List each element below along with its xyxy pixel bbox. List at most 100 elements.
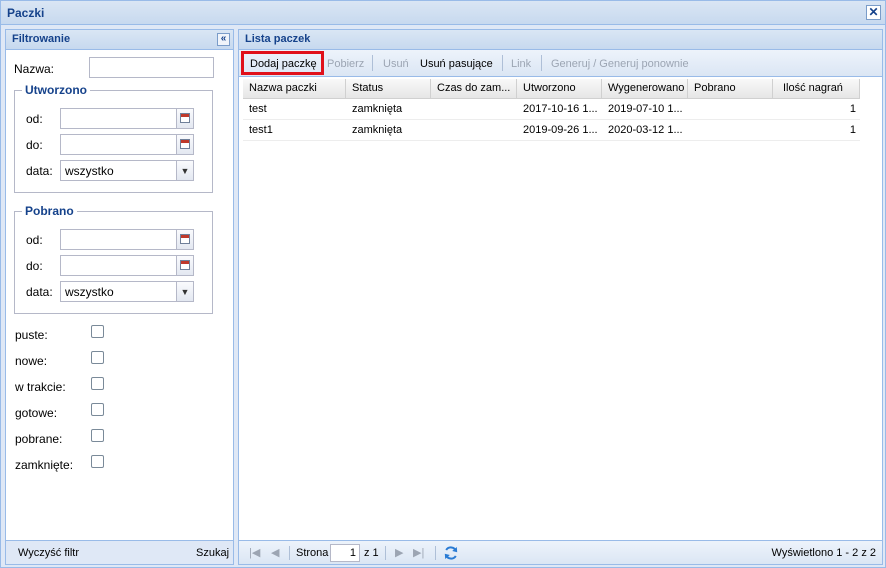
toolbar-separator (541, 55, 542, 71)
cell-time-to-close (431, 120, 517, 141)
cell-created: 2017-10-16 1... (523, 103, 598, 115)
downloaded-fieldset: Pobrano od: do: data: wszystko ▼ (14, 204, 213, 314)
created-from-input[interactable] (60, 108, 177, 129)
column-header-time-to-close[interactable]: Czas do zam... (431, 79, 517, 99)
calendar-icon[interactable] (177, 108, 194, 129)
link-button[interactable]: Link (511, 54, 531, 74)
in-progress-checkbox[interactable] (91, 377, 104, 390)
cell-downloaded (688, 99, 773, 120)
grid-header: Nazwa paczki Status Czas do zam... Utwor… (243, 79, 860, 99)
calendar-icon[interactable] (177, 134, 194, 155)
empty-label: puste: (15, 328, 48, 342)
calendar-icon[interactable] (177, 255, 194, 276)
toolbar-separator (372, 55, 373, 71)
cell-created: 2019-09-26 1... (523, 124, 598, 136)
window-title-bar: Paczki ✕ (1, 1, 885, 25)
cell-status: zamknięta (352, 124, 403, 136)
window-title: Paczki (7, 6, 45, 20)
cell-generated: 2019-07-10 1... (608, 103, 683, 115)
last-page-icon[interactable]: ▶| (413, 546, 424, 559)
next-page-icon[interactable]: ▶ (395, 546, 403, 559)
column-header-recordings[interactable]: Ilość nagrań (773, 79, 860, 99)
cell-recordings: 1 (849, 103, 856, 115)
closed-checkbox[interactable] (91, 455, 104, 468)
name-label: Nazwa: (14, 62, 55, 76)
table-row[interactable]: test zamknięta 2017-10-16 1... 2019-07-1… (243, 99, 860, 120)
column-header-downloaded[interactable]: Pobrano (688, 79, 773, 99)
downloaded-status-checkbox[interactable] (91, 429, 104, 442)
filter-panel-header: Filtrowanie « (6, 30, 233, 50)
created-date-select[interactable]: wszystko ▼ (60, 160, 194, 181)
created-date-label: data: (26, 164, 53, 178)
add-package-button[interactable]: Dodaj paczkę (250, 54, 317, 74)
downloaded-date-value[interactable]: wszystko (60, 281, 177, 302)
page-number-input[interactable] (330, 544, 360, 562)
dropdown-arrow-icon[interactable]: ▼ (177, 160, 194, 181)
table-row[interactable]: test1 zamknięta 2019-09-26 1... 2020-03-… (243, 120, 860, 141)
cell-recordings: 1 (849, 124, 856, 136)
package-toolbar: Dodaj paczkę Pobierz Usuń Usuń pasujące … (239, 50, 882, 77)
new-label: nowe: (15, 354, 48, 368)
filter-panel-footer: Wyczyść filtr Szukaj (6, 540, 233, 564)
column-header-generated[interactable]: Wygenerowano (602, 79, 688, 99)
page-label: Strona (296, 547, 329, 559)
downloaded-from-label: od: (26, 233, 43, 247)
downloaded-from-input[interactable] (60, 229, 177, 250)
pager-separator (435, 546, 436, 560)
first-page-icon[interactable]: |◀ (249, 546, 260, 559)
cell-downloaded (688, 120, 773, 141)
created-from-datefield (60, 108, 194, 129)
cell-generated: 2020-03-12 1... (608, 124, 683, 136)
downloaded-date-select[interactable]: wszystko ▼ (60, 281, 194, 302)
created-fieldset: Utworzono od: do: data: wszystko ▼ (14, 83, 213, 193)
downloaded-to-input[interactable] (60, 255, 177, 276)
column-header-name[interactable]: Nazwa paczki (243, 79, 346, 99)
page-count-label: z 1 (364, 547, 379, 559)
fetch-button[interactable]: Pobierz (327, 54, 364, 74)
delete-button[interactable]: Usuń (383, 54, 409, 74)
name-input[interactable] (89, 57, 214, 78)
created-from-label: od: (26, 112, 43, 126)
filter-panel-title: Filtrowanie (12, 33, 71, 45)
search-button[interactable]: Szukaj (196, 547, 229, 559)
package-list-header: Lista paczek (239, 30, 882, 50)
cell-name: test1 (249, 124, 273, 136)
generate-button[interactable]: Generuj / Generuj ponownie (551, 54, 689, 74)
paczki-window: Paczki ✕ Filtrowanie « Nazwa: Utworzono … (0, 0, 886, 568)
column-header-created[interactable]: Utworzono (517, 79, 602, 99)
created-to-label: do: (26, 138, 43, 152)
downloaded-status-label: pobrane: (15, 432, 63, 446)
ready-label: gotowe: (15, 406, 58, 420)
package-list-panel: Lista paczek Dodaj paczkę Pobierz Usuń U… (238, 29, 883, 565)
empty-checkbox[interactable] (91, 325, 104, 338)
downloaded-to-datefield (60, 255, 194, 276)
closed-label: zamknięte: (15, 458, 74, 472)
created-legend: Utworzono (22, 83, 90, 97)
cell-name: test (249, 103, 267, 115)
pager-toolbar: |◀ ◀ Strona z 1 ▶ ▶| Wyświetlono 1 - 2 z… (239, 540, 882, 564)
dropdown-arrow-icon[interactable]: ▼ (177, 281, 194, 302)
downloaded-to-label: do: (26, 259, 43, 273)
cell-status: zamknięta (352, 103, 403, 115)
refresh-icon[interactable] (443, 545, 459, 561)
pager-separator (385, 546, 386, 560)
column-header-status[interactable]: Status (346, 79, 431, 99)
created-to-datefield (60, 134, 194, 155)
new-checkbox[interactable] (91, 351, 104, 364)
prev-page-icon[interactable]: ◀ (271, 546, 279, 559)
clear-filter-button[interactable]: Wyczyść filtr (18, 547, 79, 559)
filter-panel: Filtrowanie « Nazwa: Utworzono od: do: d… (5, 29, 234, 565)
cell-time-to-close (431, 99, 517, 120)
delete-matching-button[interactable]: Usuń pasujące (420, 54, 493, 74)
collapse-left-icon[interactable]: « (217, 33, 230, 46)
close-icon[interactable]: ✕ (866, 5, 881, 20)
created-to-input[interactable] (60, 134, 177, 155)
downloaded-date-label: data: (26, 285, 53, 299)
downloaded-legend: Pobrano (22, 204, 77, 218)
created-date-value[interactable]: wszystko (60, 160, 177, 181)
display-status: Wyświetlono 1 - 2 z 2 (771, 547, 876, 559)
ready-checkbox[interactable] (91, 403, 104, 416)
pager-separator (289, 546, 290, 560)
downloaded-from-datefield (60, 229, 194, 250)
calendar-icon[interactable] (177, 229, 194, 250)
